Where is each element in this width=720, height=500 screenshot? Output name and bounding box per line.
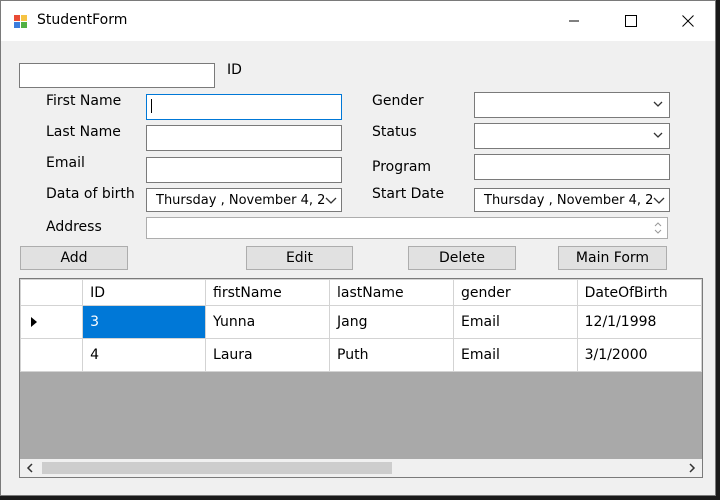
date-of-birth-value: Thursday , November 4, 2 — [156, 193, 326, 208]
status-combo[interactable] — [474, 123, 670, 149]
close-icon — [682, 15, 694, 27]
students-table: ID firstName lastName gender DateOfBirth… — [20, 279, 702, 372]
chevron-down-icon — [653, 132, 663, 138]
close-button[interactable] — [659, 1, 715, 41]
window-title: StudentForm — [37, 12, 128, 28]
column-header-firstname[interactable]: firstName — [205, 279, 331, 306]
cell-lastname[interactable]: Puth — [329, 338, 455, 372]
chevron-down-icon — [653, 195, 665, 205]
row-header-corner — [20, 279, 84, 306]
program-field[interactable] — [474, 154, 670, 180]
cell-dateofbirth[interactable]: 12/1/1998 — [576, 305, 702, 339]
spin-arrows-icon[interactable] — [653, 220, 663, 236]
start-date-value: Thursday , November 4, 2 — [484, 193, 654, 208]
chevron-down-icon — [653, 101, 663, 107]
student-form-window: StudentForm ID First Name Last Name Emai… — [0, 0, 716, 496]
edit-button[interactable]: Edit — [246, 246, 353, 270]
maximize-button[interactable] — [602, 1, 660, 41]
cell-firstname[interactable]: Yunna — [205, 305, 331, 339]
date-of-birth-label: Data of birth — [46, 186, 135, 202]
email-field[interactable] — [146, 157, 342, 183]
cell-id[interactable]: 4 — [82, 338, 207, 372]
minimize-button[interactable] — [545, 1, 603, 41]
students-grid[interactable]: ID firstName lastName gender DateOfBirth… — [19, 278, 703, 478]
main-form-button[interactable]: Main Form — [558, 246, 667, 270]
table-row[interactable]: 3 Yunna Jang Email 12/1/1998 — [20, 305, 702, 339]
column-header-dateofbirth[interactable]: DateOfBirth — [576, 279, 702, 306]
table-row[interactable]: 4 Laura Puth Email 3/1/2000 — [20, 338, 702, 372]
start-date-label: Start Date — [372, 186, 445, 202]
text-caret — [151, 99, 152, 113]
first-name-label: First Name — [46, 93, 122, 109]
cell-dateofbirth[interactable]: 3/1/2000 — [576, 338, 702, 372]
current-row-icon — [31, 317, 37, 327]
start-date-picker[interactable]: Thursday , November 4, 2 — [474, 188, 670, 212]
scrollbar-thumb[interactable] — [42, 462, 392, 474]
cell-gender[interactable]: Email — [453, 338, 578, 372]
column-header-lastname[interactable]: lastName — [329, 279, 455, 306]
maximize-icon — [625, 15, 637, 27]
minimize-icon — [569, 20, 579, 22]
last-name-label: Last Name — [46, 124, 121, 140]
status-label: Status — [372, 124, 417, 140]
last-name-field[interactable] — [146, 125, 342, 151]
program-label: Program — [372, 159, 432, 175]
gender-label: Gender — [372, 93, 424, 109]
email-label: Email — [46, 155, 85, 171]
chevron-down-icon — [325, 195, 337, 205]
header-row: ID firstName lastName gender DateOfBirth — [20, 279, 702, 306]
scroll-left-icon[interactable] — [25, 463, 35, 473]
column-header-id[interactable]: ID — [82, 279, 207, 306]
app-icon — [14, 15, 27, 28]
gender-combo[interactable] — [474, 92, 670, 118]
delete-button[interactable]: Delete — [408, 246, 516, 270]
id-label: ID — [227, 62, 242, 78]
id-field[interactable] — [19, 63, 215, 88]
first-name-field[interactable] — [146, 94, 342, 120]
address-label: Address — [46, 219, 102, 235]
address-field[interactable] — [146, 217, 668, 239]
row-header[interactable] — [20, 338, 84, 372]
column-header-gender[interactable]: gender — [453, 279, 578, 306]
row-header[interactable] — [20, 305, 84, 339]
scroll-right-icon[interactable] — [687, 463, 697, 473]
cell-gender[interactable]: Email — [453, 305, 578, 339]
horizontal-scrollbar[interactable] — [20, 459, 702, 477]
cell-firstname[interactable]: Laura — [205, 338, 331, 372]
cell-lastname[interactable]: Jang — [329, 305, 455, 339]
date-of-birth-picker[interactable]: Thursday , November 4, 2 — [146, 188, 342, 212]
cell-id[interactable]: 3 — [82, 305, 207, 339]
title-bar[interactable]: StudentForm — [1, 1, 715, 41]
add-button[interactable]: Add — [20, 246, 128, 270]
